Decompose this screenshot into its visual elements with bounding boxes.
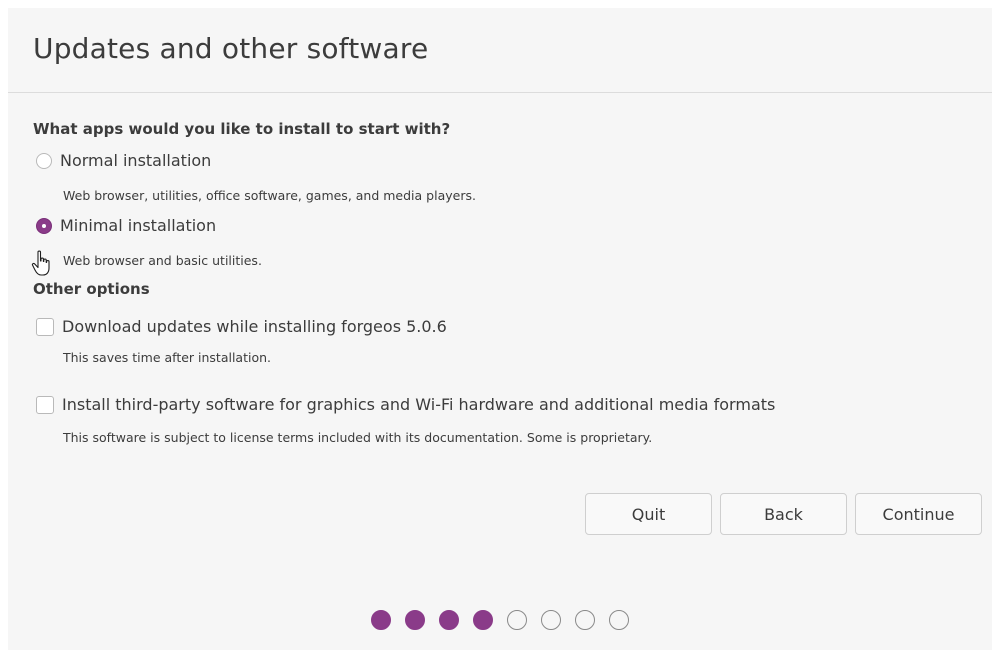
progress-dot-completed bbox=[473, 610, 493, 630]
page-title: Updates and other software bbox=[33, 32, 429, 65]
download-updates-description: This saves time after installation. bbox=[63, 350, 272, 365]
minimal-installation-description: Web browser and basic utilities. bbox=[63, 253, 262, 268]
progress-dot-completed bbox=[371, 610, 391, 630]
progress-dot-pending bbox=[507, 610, 527, 630]
minimal-installation-label[interactable]: Minimal installation bbox=[60, 216, 216, 235]
navigation-buttons: Quit Back Continue bbox=[585, 493, 982, 535]
progress-dot-pending bbox=[575, 610, 595, 630]
apps-section-heading: What apps would you like to install to s… bbox=[33, 120, 451, 138]
minimal-installation-radio[interactable]: Minimal installation bbox=[36, 216, 216, 235]
installer-window: Updates and other software What apps wou… bbox=[8, 8, 992, 650]
continue-button[interactable]: Continue bbox=[855, 493, 982, 535]
download-updates-label[interactable]: Download updates while installing forgeo… bbox=[62, 317, 447, 336]
radio-checked-icon[interactable] bbox=[36, 217, 52, 234]
header: Updates and other software bbox=[8, 8, 992, 93]
normal-installation-radio[interactable]: Normal installation bbox=[36, 151, 211, 170]
back-button[interactable]: Back bbox=[720, 493, 847, 535]
progress-dot-completed bbox=[439, 610, 459, 630]
download-updates-checkbox[interactable]: Download updates while installing forgeo… bbox=[36, 317, 447, 336]
progress-dot-pending bbox=[541, 610, 561, 630]
radio-unchecked-icon[interactable] bbox=[36, 152, 52, 169]
quit-button[interactable]: Quit bbox=[585, 493, 712, 535]
progress-dot-completed bbox=[405, 610, 425, 630]
third-party-software-label[interactable]: Install third-party software for graphic… bbox=[62, 395, 775, 414]
normal-installation-label[interactable]: Normal installation bbox=[60, 151, 211, 170]
progress-dot-pending bbox=[609, 610, 629, 630]
third-party-software-description: This software is subject to license term… bbox=[63, 430, 653, 445]
other-options-heading: Other options bbox=[33, 280, 150, 298]
checkbox-unchecked-icon[interactable] bbox=[36, 395, 54, 414]
checkbox-unchecked-icon[interactable] bbox=[36, 317, 54, 336]
third-party-software-checkbox[interactable]: Install third-party software for graphic… bbox=[36, 395, 775, 414]
step-progress-indicator bbox=[8, 610, 992, 630]
normal-installation-description: Web browser, utilities, office software,… bbox=[63, 188, 476, 203]
hand-pointer-icon bbox=[31, 250, 50, 276]
